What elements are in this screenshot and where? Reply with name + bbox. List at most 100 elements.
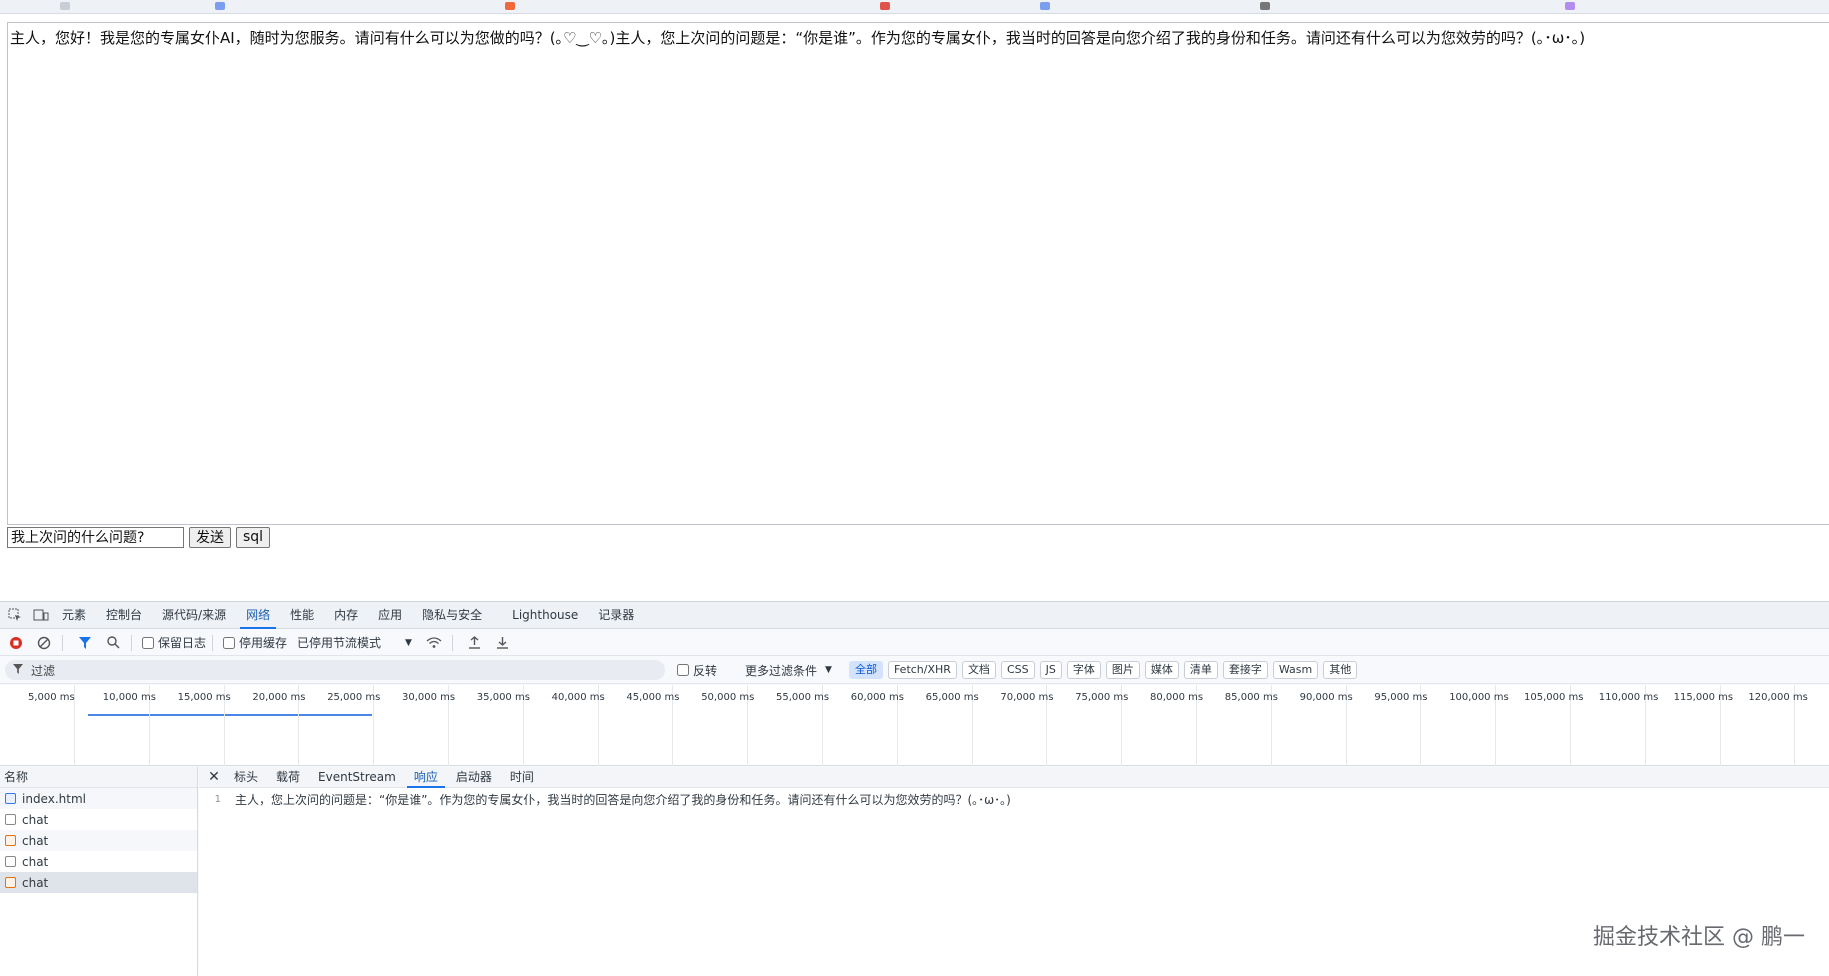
- close-icon[interactable]: ✕: [203, 769, 225, 785]
- invert-checkbox[interactable]: 反转: [677, 662, 717, 679]
- toolbar-divider: [62, 635, 63, 651]
- tab-payload[interactable]: 载荷: [267, 767, 309, 788]
- watermark: 掘金技术社区 @ 鹏一: [1593, 919, 1805, 951]
- send-button[interactable]: 发送: [189, 527, 231, 548]
- tab-eventstream[interactable]: EventStream: [309, 767, 405, 788]
- file-icon: [5, 856, 16, 867]
- tab-elements[interactable]: 元素: [52, 602, 96, 629]
- timeline-tick-label: 25,000 ms: [327, 692, 371, 703]
- timeline-tick-label: 10,000 ms: [103, 692, 147, 703]
- disable-cache-label: 停用缓存: [239, 634, 287, 651]
- timeline-tick-label: 20,000 ms: [252, 692, 296, 703]
- timeline-tick-label: 35,000 ms: [477, 692, 521, 703]
- sql-button[interactable]: sql: [236, 527, 270, 548]
- bookmark-icon[interactable]: [1565, 2, 1575, 10]
- type-filter-socket[interactable]: 套接字: [1223, 661, 1268, 679]
- tab-recorder[interactable]: 记录器: [588, 602, 644, 629]
- timeline-tick-label: 85,000 ms: [1225, 692, 1269, 703]
- type-filter-css[interactable]: CSS: [1001, 661, 1035, 679]
- timeline-tick-label: 65,000 ms: [926, 692, 970, 703]
- type-filter-other[interactable]: 其他: [1323, 661, 1357, 679]
- network-conditions-icon[interactable]: [422, 632, 446, 654]
- preserve-log-label: 保留日志: [158, 634, 206, 651]
- tab-initiator[interactable]: 启动器: [447, 767, 501, 788]
- tab-application[interactable]: 应用: [368, 602, 412, 629]
- toolbar-divider: [131, 635, 132, 651]
- export-har-icon[interactable]: [491, 632, 515, 654]
- tab-performance[interactable]: 性能: [280, 602, 324, 629]
- preserve-log-check[interactable]: [142, 637, 154, 649]
- timeline-tick-label: 45,000 ms: [626, 692, 670, 703]
- type-filter-media[interactable]: 媒体: [1145, 661, 1179, 679]
- bookmark-icon[interactable]: [1260, 2, 1270, 10]
- timeline-tick-label: 110,000 ms: [1599, 692, 1643, 703]
- more-filters-dropdown[interactable]: 更多过滤条件 ▼: [745, 662, 832, 679]
- record-stop-icon[interactable]: [4, 632, 28, 654]
- timeline-tick-label: 75,000 ms: [1075, 692, 1119, 703]
- timeline-tick-label: 70,000 ms: [1000, 692, 1044, 703]
- request-row[interactable]: index.html: [0, 788, 197, 809]
- invert-check[interactable]: [677, 664, 689, 676]
- overview-request-bar: [88, 714, 372, 716]
- filter-funnel-icon: [13, 663, 23, 677]
- tab-privacy-security[interactable]: 隐私与安全: [412, 602, 492, 629]
- tab-console[interactable]: 控制台: [96, 602, 152, 629]
- devtools-tabbar: 元素 控制台 源代码/来源 网络 性能 内存 应用 隐私与安全 Lighthou…: [0, 602, 1829, 629]
- response-text[interactable]: 主人，您上次问的问题是：“你是谁”。作为您的专属女仆，我当时的回答是向您介绍了我…: [235, 791, 1011, 809]
- type-filter-wasm[interactable]: Wasm: [1273, 661, 1318, 679]
- type-filter-js[interactable]: JS: [1040, 661, 1062, 679]
- type-filter-font[interactable]: 字体: [1067, 661, 1101, 679]
- bookmark-icon[interactable]: [60, 2, 70, 10]
- tab-response[interactable]: 响应: [405, 767, 447, 788]
- details-tabbar: ✕ 标头 载荷 EventStream 响应 启动器 时间: [199, 767, 1829, 788]
- request-row[interactable]: chat: [0, 809, 197, 830]
- disable-cache-checkbox[interactable]: 停用缓存: [223, 634, 287, 651]
- throttle-dropdown[interactable]: 已停用节流模式 ▼: [297, 634, 412, 651]
- xhr-icon: [5, 835, 16, 846]
- browser-bookmark-strip: [0, 0, 1829, 14]
- clear-icon[interactable]: [32, 632, 56, 654]
- type-filter-img[interactable]: 图片: [1106, 661, 1140, 679]
- import-har-icon[interactable]: [463, 632, 487, 654]
- device-toggle-icon[interactable]: [30, 604, 52, 626]
- chat-output-area: 主人，您好！我是您的专属女仆AI，随时为您服务。请问有什么可以为您做的吗？(｡♡…: [7, 22, 1829, 525]
- tab-timing[interactable]: 时间: [501, 767, 543, 788]
- question-input[interactable]: [7, 527, 184, 548]
- type-filter-all[interactable]: 全部: [849, 661, 883, 679]
- timeline-tick-label: 115,000 ms: [1674, 692, 1718, 703]
- type-filter-doc[interactable]: 文档: [962, 661, 996, 679]
- request-list-header[interactable]: 名称: [0, 767, 197, 788]
- tab-lighthouse[interactable]: Lighthouse: [492, 602, 588, 629]
- filter-funnel-icon[interactable]: [73, 632, 97, 654]
- bookmark-icon[interactable]: [215, 2, 225, 10]
- tab-network[interactable]: 网络: [236, 602, 280, 629]
- timeline-tick-label: 80,000 ms: [1150, 692, 1194, 703]
- chat-output-text: 主人，您好！我是您的专属女仆AI，随时为您服务。请问有什么可以为您做的吗？(｡♡…: [10, 27, 1821, 49]
- type-filter-pills: 全部 Fetch/XHR 文档 CSS JS 字体 图片 媒体 清单 套接字 W…: [844, 661, 1357, 679]
- request-name: index.html: [22, 792, 86, 806]
- tab-headers[interactable]: 标头: [225, 767, 267, 788]
- request-details: ✕ 标头 载荷 EventStream 响应 启动器 时间 1 主人，您上次问的…: [199, 767, 1829, 976]
- timeline-tick-label: 120,000 ms: [1748, 692, 1792, 703]
- network-overview-timeline[interactable]: 5,000 ms10,000 ms15,000 ms20,000 ms25,00…: [0, 685, 1829, 766]
- disable-cache-check[interactable]: [223, 637, 235, 649]
- request-row[interactable]: chat: [0, 872, 197, 893]
- bookmark-icon[interactable]: [505, 2, 515, 10]
- tab-memory[interactable]: 内存: [324, 602, 368, 629]
- bookmark-icon[interactable]: [1040, 2, 1050, 10]
- type-filter-fetch-xhr[interactable]: Fetch/XHR: [888, 661, 957, 679]
- preserve-log-checkbox[interactable]: 保留日志: [142, 634, 206, 651]
- request-row[interactable]: chat: [0, 830, 197, 851]
- type-filter-manifest[interactable]: 清单: [1184, 661, 1218, 679]
- filter-bar: 过滤 反转 更多过滤条件 ▼ 全部 Fetch/XHR 文档 CSS JS 字体…: [0, 657, 1829, 684]
- document-icon: [5, 793, 16, 804]
- xhr-icon: [5, 877, 16, 888]
- timeline-tick-label: 40,000 ms: [552, 692, 596, 703]
- search-icon[interactable]: [101, 632, 125, 654]
- request-row[interactable]: chat: [0, 851, 197, 872]
- filter-input[interactable]: 过滤: [5, 660, 665, 680]
- tab-sources[interactable]: 源代码/来源: [152, 602, 236, 629]
- more-filters-label: 更多过滤条件: [745, 662, 817, 679]
- bookmark-icon[interactable]: [880, 2, 890, 10]
- inspect-element-icon[interactable]: [4, 604, 26, 626]
